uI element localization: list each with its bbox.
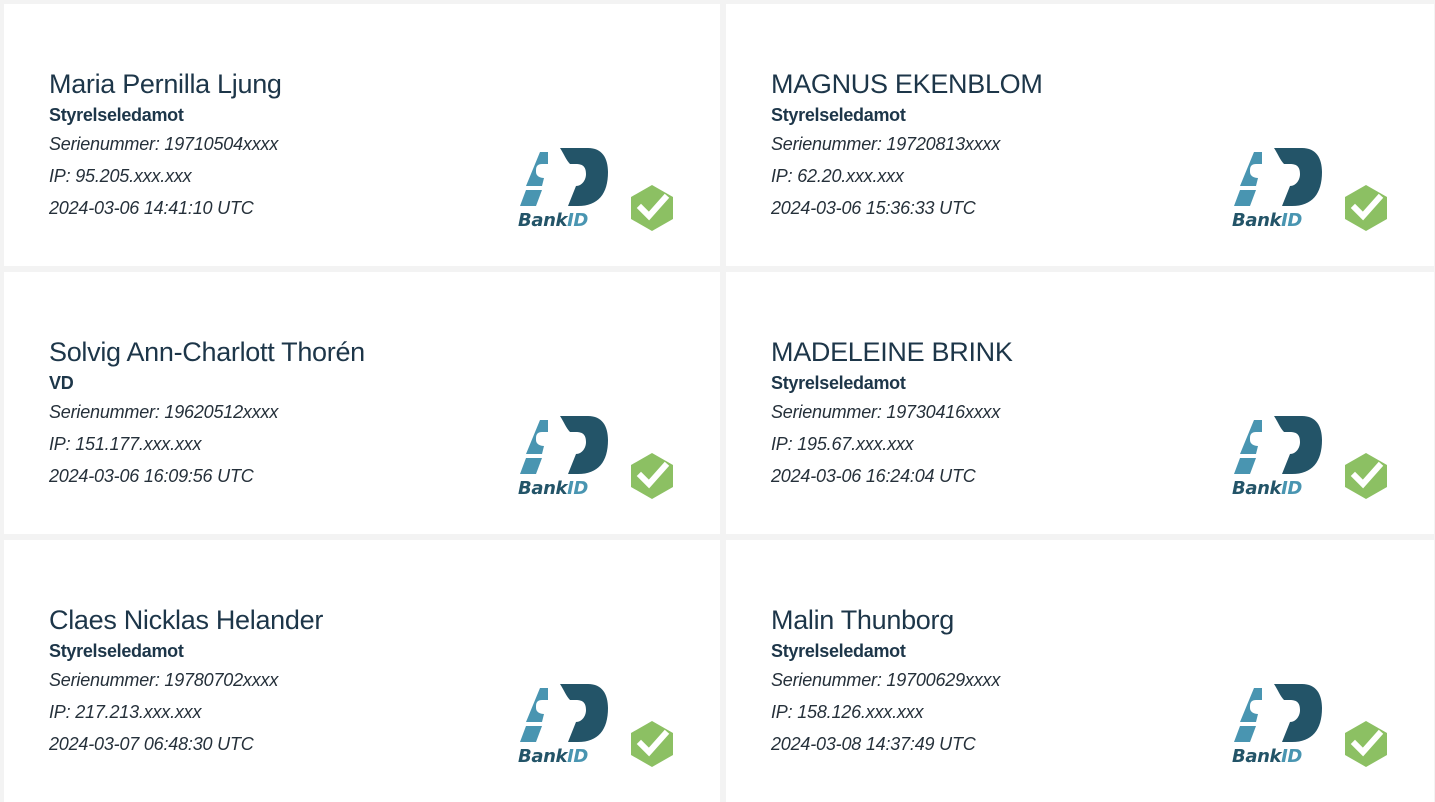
signer-info: MAGNUS EKENBLOM Styrelseledamot Serienum… (771, 68, 1043, 224)
bankid-text-bank: Bank (1232, 746, 1282, 767)
signer-info: Malin Thunborg Styrelseledamot Serienumm… (771, 604, 1000, 760)
signer-timestamp: 2024-03-06 15:36:33 UTC (771, 198, 976, 218)
verified-check-icon (631, 185, 673, 231)
signer-timestamp: 2024-03-07 06:48:30 UTC (49, 734, 254, 754)
bankid-wordmark: BankID (518, 746, 610, 768)
bankid-text-bank: Bank (518, 210, 568, 231)
signer-name: MAGNUS EKENBLOM (771, 69, 1043, 99)
verified-check-icon (631, 453, 673, 499)
signer-ip: IP: 151.177.xxx.xxx (49, 434, 202, 454)
bankid-badge: BankID (1232, 146, 1394, 234)
bankid-wordmark: BankID (1232, 478, 1324, 500)
bankid-text-id: ID (1281, 478, 1302, 499)
signer-name: MADELEINE BRINK (771, 337, 1013, 367)
signer-serial: Serienummer: 19780702xxxx (49, 670, 279, 690)
verified-check-icon (631, 721, 673, 767)
bankid-wordmark: BankID (1232, 210, 1324, 232)
signer-card: Claes Nicklas Helander Styrelseledamot S… (4, 540, 720, 802)
signer-timestamp: 2024-03-06 16:24:04 UTC (771, 466, 976, 486)
signer-role: Styrelseledamot (49, 105, 184, 125)
verified-check-icon (1345, 185, 1387, 231)
bankid-wordmark: BankID (518, 478, 610, 500)
signer-ip: IP: 95.205.xxx.xxx (49, 166, 192, 186)
signer-serial: Serienummer: 19700629xxxx (771, 670, 1001, 690)
signer-ip: IP: 158.126.xxx.xxx (771, 702, 924, 722)
verified-check-icon (1345, 453, 1387, 499)
signer-info: Maria Pernilla Ljung Styrelseledamot Ser… (49, 68, 282, 224)
bankid-text-id: ID (567, 478, 588, 499)
signer-card: Maria Pernilla Ljung Styrelseledamot Ser… (4, 4, 720, 266)
verified-check-icon (1345, 721, 1387, 767)
signer-serial: Serienummer: 19620512xxxx (49, 402, 279, 422)
bankid-text-id: ID (567, 746, 588, 767)
bankid-wordmark: BankID (518, 210, 610, 232)
bankid-text-id: ID (1281, 746, 1302, 767)
signer-info: Claes Nicklas Helander Styrelseledamot S… (49, 604, 323, 760)
signature-grid: Maria Pernilla Ljung Styrelseledamot Ser… (0, 0, 1435, 802)
signer-timestamp: 2024-03-08 14:37:49 UTC (771, 734, 976, 754)
signer-name: Malin Thunborg (771, 605, 954, 635)
signer-name: Solvig Ann-Charlott Thorén (49, 337, 365, 367)
signer-timestamp: 2024-03-06 16:09:56 UTC (49, 466, 254, 486)
signer-ip: IP: 195.67.xxx.xxx (771, 434, 914, 454)
bankid-text-id: ID (567, 210, 588, 231)
bankid-badge: BankID (518, 146, 680, 234)
signer-card: MADELEINE BRINK Styrelseledamot Serienum… (726, 272, 1434, 534)
bankid-text-bank: Bank (518, 746, 568, 767)
signer-serial: Serienummer: 19720813xxxx (771, 134, 1001, 154)
signer-timestamp: 2024-03-06 14:41:10 UTC (49, 198, 254, 218)
signer-role: Styrelseledamot (49, 641, 184, 661)
bankid-text-bank: Bank (1232, 210, 1282, 231)
signer-role: Styrelseledamot (771, 373, 906, 393)
bankid-badge: BankID (1232, 414, 1394, 502)
signer-role: VD (49, 373, 74, 393)
signer-name: Maria Pernilla Ljung (49, 69, 282, 99)
bankid-badge: BankID (1232, 682, 1394, 770)
signer-info: Solvig Ann-Charlott Thorén VD Serienumme… (49, 336, 365, 492)
signer-serial: Serienummer: 19730416xxxx (771, 402, 1001, 422)
signer-serial: Serienummer: 19710504xxxx (49, 134, 279, 154)
bankid-badge: BankID (518, 414, 680, 502)
signer-ip: IP: 62.20.xxx.xxx (771, 166, 904, 186)
signer-ip: IP: 217.213.xxx.xxx (49, 702, 202, 722)
signer-role: Styrelseledamot (771, 641, 906, 661)
signer-card: MAGNUS EKENBLOM Styrelseledamot Serienum… (726, 4, 1434, 266)
bankid-text-bank: Bank (518, 478, 568, 499)
signer-name: Claes Nicklas Helander (49, 605, 324, 635)
bankid-text-id: ID (1281, 210, 1302, 231)
signer-role: Styrelseledamot (771, 105, 906, 125)
signer-info: MADELEINE BRINK Styrelseledamot Serienum… (771, 336, 1013, 492)
bankid-text-bank: Bank (1232, 478, 1282, 499)
bankid-badge: BankID (518, 682, 680, 770)
signer-card: Malin Thunborg Styrelseledamot Serienumm… (726, 540, 1434, 802)
signer-card: Solvig Ann-Charlott Thorén VD Serienumme… (4, 272, 720, 534)
bankid-wordmark: BankID (1232, 746, 1324, 768)
